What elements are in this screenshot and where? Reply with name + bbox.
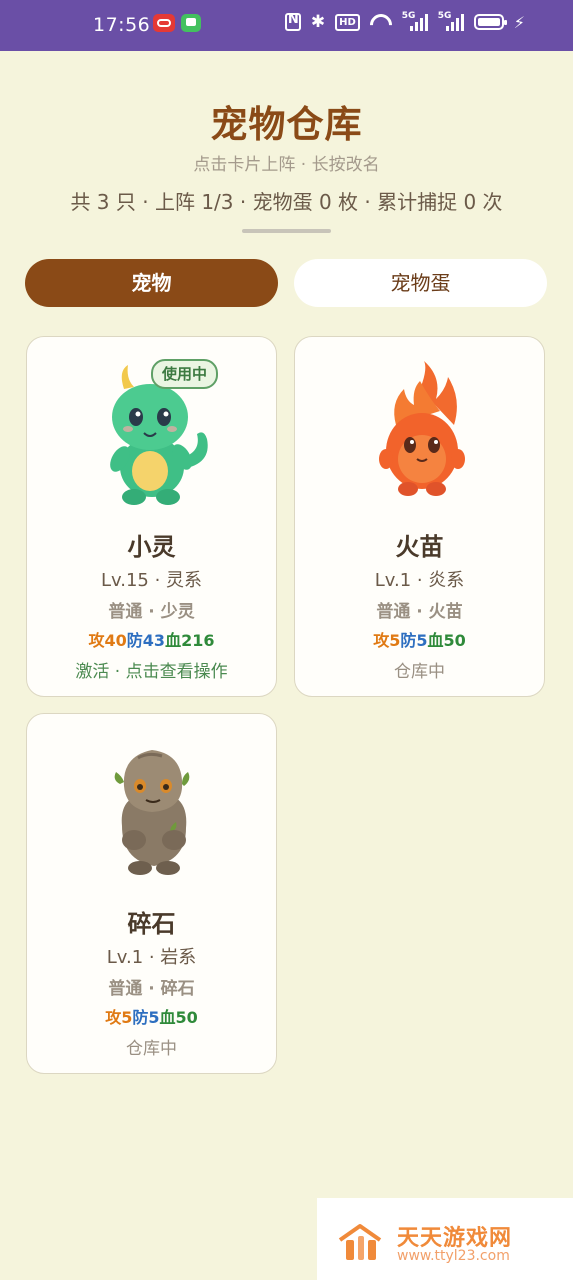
signal-5g-icon: 5G [402,11,428,31]
pet-defense: 防5 [400,631,428,650]
pet-hp: 血50 [427,631,466,650]
pet-level: Lv.1 · 炎系 [374,570,465,591]
pet-card[interactable]: 火苗 Lv.1 · 炎系 普通 · 火苗 攻5防5血50 仓库中 [294,336,545,697]
site-watermark: 天天游戏网 www.ttyl23.com [317,1198,573,1280]
pet-attack: 攻40 [88,631,127,650]
pet-type: 普通 · 火苗 [376,602,463,622]
bluetooth-icon: ✱ [310,12,326,32]
nfc-icon [284,12,301,31]
pet-name: 小灵 [127,533,176,561]
tab-pets[interactable]: 宠物 [25,259,278,307]
ttyl-logo-icon [338,1224,382,1260]
status-bar: 17:56 ✱ HD 5G 5G ⚡ [0,0,573,51]
pet-status: 激活 · 点击查看操作 [75,662,228,682]
pet-status: 仓库中 [394,662,445,682]
pet-name: 碎石 [127,910,176,938]
page-subtitle: 点击卡片上阵 · 长按改名 [193,155,380,175]
status-time: 17:56 [93,14,151,36]
charging-icon: ⚡ [513,12,525,32]
pet-type: 普通 · 碎石 [108,979,195,999]
page-title: 宠物仓库 [210,103,363,146]
pet-stats: 攻40防43血216 [27,627,276,651]
pet-name: 火苗 [395,533,444,561]
summary-stats: 共 3 只 · 上阵 1/3 · 宠物蛋 0 枚 · 累计捕捉 0 次 [70,190,503,214]
pet-type: 普通 · 少灵 [108,602,195,622]
watermark-url: www.ttyl23.com [397,1248,510,1264]
pet-level: Lv.1 · 岩系 [106,947,197,968]
tab-eggs[interactable]: 宠物蛋 [294,259,547,307]
pet-stats: 攻5防5血50 [27,1004,276,1028]
pet-defense: 防43 [126,631,166,650]
signal-5g-icon: 5G [438,11,464,31]
fire-sprite-icon [379,361,465,496]
rock-golem-icon [114,750,190,875]
hd-icon: HD [335,13,360,31]
pet-level: Lv.15 · 灵系 [100,570,203,591]
pet-hp: 血50 [159,1008,198,1027]
pet-card[interactable]: 碎石 Lv.1 · 岩系 普通 · 碎石 攻5防5血50 仓库中 [26,713,277,1074]
status-icons: ✱ HD 5G 5G ⚡ [284,11,525,32]
pet-attack: 攻5 [105,1008,133,1027]
pet-attack: 攻5 [373,631,401,650]
pet-stats: 攻5防5血50 [295,627,544,651]
pet-hp: 血216 [165,631,215,650]
message-app-icon [181,14,201,32]
pet-status: 仓库中 [126,1039,177,1059]
header-divider [242,229,331,233]
in-use-badge: 使用中 [151,359,219,389]
pet-defense: 防5 [132,1008,160,1027]
battery-icon [473,14,507,30]
notification-app-icon [153,14,175,32]
wifi-icon [370,14,392,30]
pet-card[interactable]: 使用中 小灵 Lv.15 · 灵系 普通 · 少灵 攻40防43血216 激活 … [26,336,277,697]
